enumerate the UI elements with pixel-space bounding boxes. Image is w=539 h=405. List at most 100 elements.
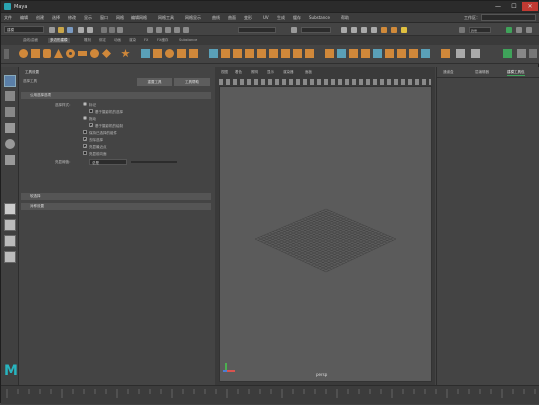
hard-edge-icon[interactable] — [409, 49, 418, 58]
bridge-icon[interactable] — [221, 49, 230, 58]
menu-cache[interactable]: 缓存 — [293, 15, 301, 21]
paint-select-icon[interactable] — [456, 49, 465, 58]
menu-select[interactable]: 选择 — [52, 15, 60, 21]
preselect-slider[interactable] — [131, 161, 177, 163]
paint-select-tool-icon[interactable] — [5, 107, 15, 117]
common-selection-section[interactable]: 公用选择选项 — [21, 92, 211, 99]
shelf-tab-rendering[interactable]: 渲染 — [129, 38, 136, 43]
search-field[interactable]: 符号 — [469, 27, 491, 33]
redo-icon[interactable] — [87, 27, 93, 33]
menu-file[interactable]: 文件 — [4, 15, 12, 21]
toggle-attribute-editor-icon[interactable] — [516, 27, 522, 33]
menu-edit-mesh[interactable]: 编辑网格 — [131, 15, 147, 21]
menu-mesh[interactable]: 网格 — [116, 15, 124, 21]
sign-in-icon[interactable] — [459, 27, 465, 33]
select-by-object-icon[interactable] — [109, 27, 115, 33]
perspective-viewport[interactable]: persp — [219, 86, 432, 382]
center-pivot-icon[interactable] — [373, 49, 382, 58]
option-checkbox-3[interactable]: ✓ — [89, 123, 93, 128]
option-checkbox-0[interactable] — [83, 102, 87, 106]
side-by-side-layout-icon[interactable] — [4, 235, 16, 247]
tool-help-button[interactable]: 工具帮助 — [174, 78, 210, 86]
symmetry-section[interactable]: 对称设置 — [21, 203, 211, 210]
scale-tool-icon[interactable] — [5, 155, 15, 165]
menu-windows[interactable]: 窗口 — [100, 15, 108, 21]
menu-generate[interactable]: 生成 — [277, 15, 285, 21]
shelf-tab-fx-caching[interactable]: FX缓存 — [157, 38, 168, 43]
workspace-dropdown[interactable] — [481, 14, 536, 21]
reset-tool-button[interactable]: 重置工具 — [137, 78, 172, 86]
toggle-channel-box-icon[interactable] — [526, 27, 532, 33]
menu-mesh-tools[interactable]: 网格工具 — [158, 15, 174, 21]
viewport-menu-shading[interactable]: 着色 — [235, 70, 242, 75]
menu-help[interactable]: 帮助 — [341, 15, 349, 21]
option-checkbox-2[interactable] — [83, 116, 87, 120]
four-pane-layout-icon[interactable] — [4, 219, 16, 231]
shelf-tab-curves[interactable]: 曲线/曲面 — [23, 38, 38, 43]
lasso-tool-icon[interactable] — [5, 91, 15, 101]
hypershade-icon[interactable] — [381, 27, 387, 33]
option-checkbox-6[interactable]: ✓ — [83, 144, 87, 149]
combine-icon[interactable] — [141, 49, 150, 58]
render-settings-icon[interactable] — [371, 27, 377, 33]
move-tool-icon[interactable] — [5, 123, 15, 133]
menu-deform[interactable]: 变形 — [244, 15, 252, 21]
option-checkbox-4[interactable] — [83, 130, 87, 134]
svg-icon[interactable] — [121, 49, 130, 58]
tab-layer-editor[interactable]: 层编辑器 — [475, 70, 489, 75]
menu-edit[interactable]: 编辑 — [20, 15, 28, 21]
freeze-transform-icon[interactable] — [385, 49, 394, 58]
shelf-tab-animation[interactable]: 动画 — [114, 38, 121, 43]
sculpt-brush-icon[interactable] — [441, 49, 450, 58]
option-checkbox-5[interactable]: ✓ — [83, 137, 87, 142]
viewport-menu-view[interactable]: 视图 — [221, 70, 228, 75]
poly-plane-icon[interactable] — [78, 51, 87, 56]
select-tool-icon[interactable] — [4, 75, 16, 87]
poly-torus-icon[interactable] — [66, 49, 75, 58]
render-sequence-icon[interactable] — [351, 27, 357, 33]
soft-select-section[interactable]: 软选择 — [21, 193, 211, 200]
lattice-icon[interactable] — [471, 49, 480, 58]
multi-cut-icon[interactable] — [269, 49, 278, 58]
poly-cylinder-icon[interactable] — [43, 49, 51, 58]
snap-surface-icon[interactable] — [183, 27, 189, 33]
smooth-icon[interactable] — [165, 49, 174, 58]
outliner-layout-icon[interactable] — [4, 251, 16, 263]
separate-icon[interactable] — [153, 49, 162, 58]
shelf-tab-sculpting[interactable]: 雕刻 — [84, 38, 91, 43]
menu-mesh-display[interactable]: 网格显示 — [185, 15, 201, 21]
rotate-tool-icon[interactable] — [5, 139, 15, 149]
close-button[interactable]: ✕ — [522, 2, 538, 11]
menu-curves[interactable]: 曲线 — [212, 15, 220, 21]
menu-modify[interactable]: 修改 — [68, 15, 76, 21]
connect-icon[interactable] — [293, 49, 302, 58]
shelf-settings-icon[interactable] — [517, 49, 526, 58]
light-editor-icon[interactable] — [401, 27, 407, 33]
mode-dropdown[interactable]: 建模 — [4, 26, 44, 33]
minimize-button[interactable]: — — [490, 2, 506, 11]
automatic-mapping-icon[interactable] — [337, 49, 346, 58]
planar-mapping-icon[interactable] — [325, 49, 334, 58]
bevel-icon[interactable] — [233, 49, 242, 58]
shelf-menu-icon[interactable] — [4, 49, 9, 59]
tab-modeling-toolkit[interactable]: 建模工具包 — [507, 70, 525, 76]
quad-draw-icon[interactable] — [305, 49, 314, 58]
uv-editor-icon[interactable] — [349, 49, 358, 58]
select-by-component-icon[interactable] — [117, 27, 123, 33]
target-weld-icon[interactable] — [281, 49, 290, 58]
menu-uv[interactable]: UV — [263, 15, 269, 20]
snap-grid-icon[interactable] — [147, 27, 153, 33]
snap-curve-icon[interactable] — [156, 27, 162, 33]
viewport-menu-show[interactable]: 显示 — [267, 70, 274, 75]
append-icon[interactable] — [257, 49, 266, 58]
poly-cube-icon[interactable] — [31, 49, 40, 58]
preselect-dropdown[interactable]: 总是 — [89, 159, 127, 165]
viewport-menu-panels[interactable]: 面板 — [305, 70, 312, 75]
viewport-menu-lighting[interactable]: 照明 — [251, 70, 258, 75]
soft-edge-icon[interactable] — [397, 49, 406, 58]
poly-sphere-icon[interactable] — [19, 49, 28, 58]
shelf-tab-poly-modeling[interactable]: 多边形建模 — [48, 38, 70, 43]
open-scene-icon[interactable] — [58, 27, 64, 33]
snap-point-icon[interactable] — [165, 27, 171, 33]
snap-plane-icon[interactable] — [174, 27, 180, 33]
